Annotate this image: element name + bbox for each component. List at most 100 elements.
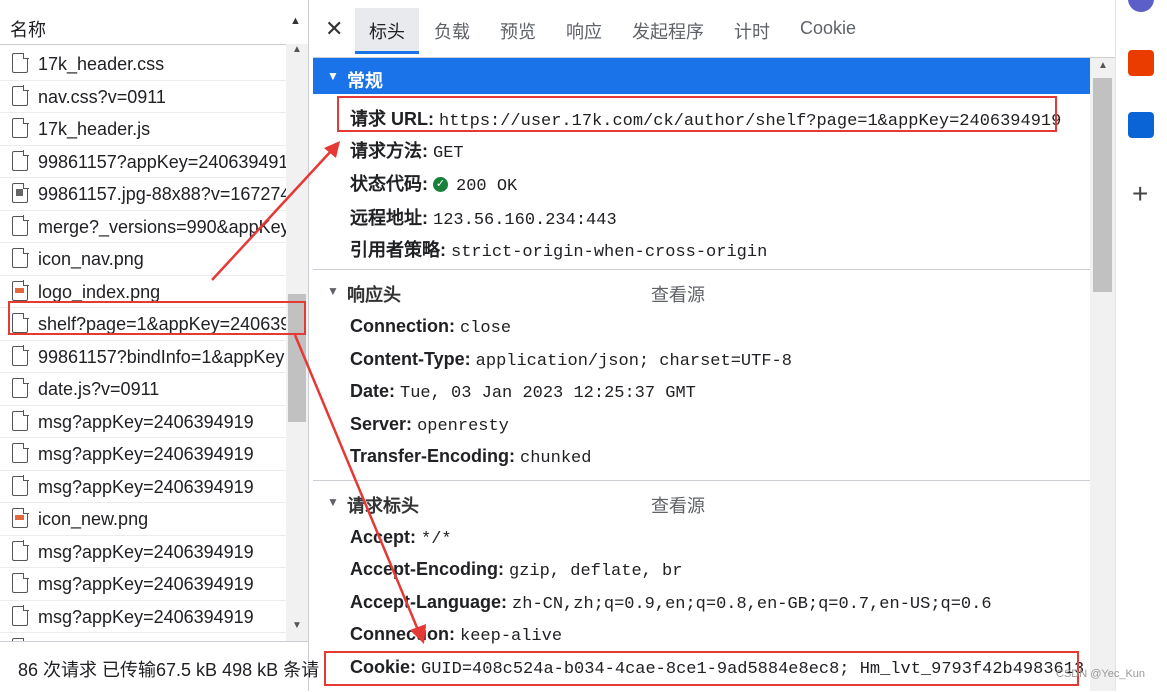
- request-row[interactable]: msg?appKey=2406394919: [0, 471, 286, 503]
- header-value[interactable]: keep-alive: [460, 627, 562, 646]
- request-row[interactable]: shelf?page=1&appKey=2406394919: [0, 308, 286, 341]
- header-value[interactable]: application/json; charset=UTF-8: [476, 352, 792, 371]
- request-row[interactable]: msg?appKey=2406394919: [0, 536, 286, 568]
- request-row[interactable]: 17k_header.css: [0, 48, 286, 81]
- response-headers-section-header[interactable]: ▼ 响应头 查看源: [313, 269, 1090, 310]
- close-icon[interactable]: ✕: [325, 16, 343, 42]
- request-list-scrollbar[interactable]: ▲ ▼: [286, 44, 308, 641]
- request-name: logo_index.png: [38, 281, 161, 302]
- watermark: CSDN @Yec_Kun: [1056, 668, 1146, 680]
- request-url-key: 请求 URL:: [350, 109, 434, 129]
- scroll-up-icon[interactable]: ▲: [292, 44, 302, 55]
- request-row[interactable]: msg?appKey=2406394919: [0, 601, 286, 633]
- scroll-down-icon[interactable]: ▼: [292, 620, 302, 631]
- tab-preview[interactable]: 预览: [500, 18, 536, 44]
- general-section-title: 常规: [347, 71, 383, 91]
- request-name: icon_new.png: [38, 509, 149, 529]
- request-method-value[interactable]: GET: [433, 144, 464, 163]
- tab-payload[interactable]: 负载: [434, 18, 470, 44]
- header-key: Content-Type:: [350, 349, 471, 369]
- network-summary-text: 86 次请求 已传输67.5 kB 498 kB 条请: [18, 660, 320, 680]
- request-row[interactable]: nav.css?v=0911: [0, 81, 286, 113]
- headers-detail-pane: ▼ 常规 请求 URL: https://user.17k.com/ck/aut…: [313, 58, 1090, 691]
- request-headers-title: 请求标头: [347, 496, 419, 516]
- general-section-header[interactable]: ▼ 常规: [313, 58, 1090, 94]
- remote-address-value[interactable]: 123.56.160.234:443: [433, 211, 617, 230]
- file-icon: [12, 442, 29, 463]
- tab-cookies[interactable]: Cookie: [800, 18, 856, 39]
- sort-ascending-icon[interactable]: ▲: [290, 15, 301, 27]
- referrer-policy-value[interactable]: strict-origin-when-cross-origin: [451, 243, 767, 262]
- request-url-value[interactable]: https://user.17k.com/ck/author/shelf?pag…: [439, 112, 1061, 131]
- request-row[interactable]: 99861157?appKey=2406394919: [0, 146, 286, 178]
- header-key: Connection:: [350, 624, 455, 644]
- header-value[interactable]: chunked: [520, 449, 591, 468]
- request-row[interactable]: 99861157?bindInfo=1&appKey: [0, 341, 286, 373]
- request-list-panel: 名称 ▲ 17k_header.css nav.css?v=0911 17k_hea…: [0, 0, 319, 692]
- network-summary-bar: 86 次请求 已传输67.5 kB 498 kB 条请: [0, 641, 319, 692]
- request-header-row: Accept-Language: zh-CN,zh;q=0.9,en;q=0.8…: [350, 592, 992, 614]
- status-code-value[interactable]: 200 OK: [456, 177, 517, 196]
- detail-scrollbar[interactable]: ▲: [1090, 58, 1115, 691]
- header-value[interactable]: openresty: [417, 417, 509, 436]
- request-row[interactable]: msg?appKey=2406394919: [0, 568, 286, 601]
- request-row[interactable]: msg?appKey=2406394919: [0, 406, 286, 438]
- name-column-label: 名称: [10, 20, 46, 40]
- request-header-row: Connection: keep-alive: [350, 624, 562, 646]
- add-icon[interactable]: +: [1132, 178, 1148, 210]
- request-name: msg?appKey=2406394919: [38, 444, 254, 464]
- request-row[interactable]: msg?appKey=2406394919: [0, 438, 286, 471]
- header-value[interactable]: Tue, 03 Jan 2023 12:25:37 GMT: [400, 384, 696, 403]
- request-name: shelf?page=1&appKey=2406394919: [38, 314, 286, 334]
- request-name: nav.css?v=0911: [38, 86, 166, 107]
- header-key: Date:: [350, 381, 396, 401]
- tab-response[interactable]: 响应: [566, 18, 602, 44]
- header-key: Cookie:: [350, 657, 417, 677]
- scrollbar-thumb[interactable]: [1093, 78, 1112, 292]
- view-source-link[interactable]: 查看源: [651, 281, 705, 307]
- request-row[interactable]: icon_nav.png: [0, 243, 286, 276]
- header-value[interactable]: gzip, deflate, br: [509, 562, 682, 581]
- office-icon[interactable]: [1128, 50, 1154, 76]
- file-icon: [12, 345, 29, 366]
- request-method-row: 请求方法: GET: [350, 137, 464, 163]
- referrer-policy-key: 引用者策略:: [350, 240, 446, 260]
- header-key: Accept-Encoding:: [350, 559, 505, 579]
- tab-timing[interactable]: 计时: [734, 18, 770, 44]
- request-row[interactable]: date.js?v=0911: [0, 373, 286, 406]
- request-row[interactable]: 99861157.jpg-88x88?v=1672745: [0, 178, 286, 211]
- request-name: 99861157?appKey=2406394919: [38, 151, 286, 172]
- detail-tab-bar: ✕ 标头 负载 预览 响应 发起程序 计时 Cookie: [313, 0, 1115, 58]
- expanded-triangle-icon: ▼: [327, 69, 339, 83]
- tab-initiator[interactable]: 发起程序: [632, 18, 704, 44]
- tab-headers[interactable]: 标头: [369, 18, 405, 44]
- request-row[interactable]: icon_new.png: [0, 503, 286, 536]
- header-value[interactable]: GUID=408c524a-b034-4cae-8ce1-9ad5884e8ec…: [421, 660, 1084, 679]
- file-icon: [12, 52, 29, 73]
- request-name: msg?appKey=2406394919: [38, 476, 254, 497]
- request-row[interactable]: msg?appKey=2406394919: [0, 633, 286, 641]
- header-value[interactable]: */*: [421, 530, 452, 549]
- referrer-policy-row: 引用者策略: strict-origin-when-cross-origin: [350, 236, 767, 262]
- name-column-header[interactable]: 名称 ▲: [0, 0, 308, 45]
- header-key: Connection:: [350, 316, 455, 336]
- scrollbar-thumb[interactable]: [288, 294, 306, 422]
- request-row[interactable]: merge?_versions=990&appKey: [0, 211, 286, 243]
- file-icon: [12, 247, 29, 268]
- file-icon: [12, 572, 29, 593]
- status-code-key: 状态代码:: [350, 174, 428, 194]
- remote-address-row: 远程地址: 123.56.160.234:443: [350, 204, 617, 230]
- image-file-icon: [12, 507, 29, 528]
- header-value[interactable]: zh-CN,zh;q=0.9,en;q=0.8,en-GB;q=0.7,en-U…: [512, 595, 991, 614]
- request-name: 17k_header.js: [38, 119, 151, 139]
- header-value[interactable]: close: [460, 319, 511, 338]
- outlook-icon[interactable]: [1128, 112, 1154, 138]
- request-headers-section-header[interactable]: ▼ 请求标头 查看源: [313, 480, 1090, 521]
- people-icon[interactable]: [1128, 0, 1154, 12]
- view-source-link[interactable]: 查看源: [651, 492, 705, 518]
- request-name: msg?appKey=2406394919: [38, 411, 254, 432]
- scroll-up-icon[interactable]: ▲: [1098, 60, 1108, 71]
- file-icon: [12, 215, 29, 236]
- request-row[interactable]: logo_index.png: [0, 276, 286, 308]
- request-row[interactable]: 17k_header.js: [0, 113, 286, 146]
